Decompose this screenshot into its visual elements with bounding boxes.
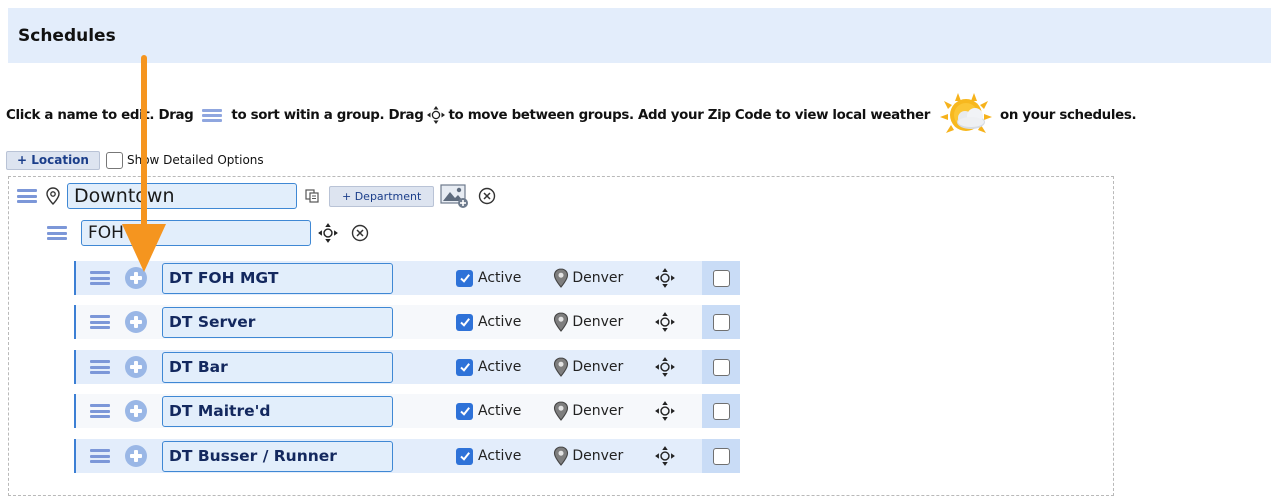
move-arrows-icon[interactable]	[317, 222, 339, 244]
move-arrows-icon[interactable]	[654, 311, 676, 333]
active-checkbox[interactable]	[456, 402, 473, 420]
map-pin-icon	[554, 446, 569, 466]
schedule-row: DT Maitre'd Active Denver	[74, 394, 740, 428]
instructions-part-4: on your schedules.	[1000, 107, 1137, 123]
image-add-icon[interactable]	[440, 184, 470, 208]
department-row: FOH	[47, 219, 369, 247]
location-row: Downtown + Department	[17, 182, 496, 210]
page-title: Schedules	[18, 25, 116, 46]
active-label: Active	[478, 448, 522, 464]
schedule-location-label: Denver	[572, 270, 624, 286]
add-circle-icon[interactable]	[125, 445, 147, 467]
active-label: Active	[478, 270, 522, 286]
move-arrows-icon[interactable]	[654, 400, 676, 422]
sun-cloud-icon	[940, 93, 992, 133]
schedule-location-label: Denver	[572, 403, 624, 419]
map-pin-icon	[554, 357, 569, 377]
active-checkbox[interactable]	[456, 447, 473, 465]
add-circle-icon[interactable]	[125, 267, 147, 289]
schedule-tree: Downtown + Department FOH DT FOH MGT Act…	[8, 176, 1114, 496]
drag-handle-icon[interactable]	[47, 226, 67, 240]
active-label: Active	[478, 314, 522, 330]
delete-department-icon[interactable]	[351, 224, 369, 242]
active-checkbox[interactable]	[456, 313, 473, 331]
select-cell	[702, 305, 740, 339]
location-name-input[interactable]: Downtown	[67, 183, 297, 209]
drag-handle-icon[interactable]	[90, 360, 110, 374]
select-cell	[702, 350, 740, 384]
select-checkbox[interactable]	[712, 402, 730, 420]
instructions-part-1: Click a name to edit. Drag	[6, 107, 194, 123]
active-label: Active	[478, 403, 522, 419]
instructions-text: Click a name to edit. Drag to sort witin…	[6, 93, 1137, 133]
schedule-location-label: Denver	[572, 314, 624, 330]
add-department-button[interactable]: + Department	[329, 185, 435, 207]
instructions-part-3: to move between groups. Add your Zip Cod…	[448, 107, 930, 123]
page-header: Schedules	[8, 8, 1271, 63]
schedule-name-input[interactable]: DT Bar	[162, 351, 393, 383]
department-name-input[interactable]: FOH	[81, 220, 311, 246]
move-arrows-icon[interactable]	[654, 267, 676, 289]
select-checkbox[interactable]	[712, 358, 730, 376]
select-checkbox[interactable]	[712, 447, 730, 465]
select-cell	[702, 439, 740, 473]
show-detailed-options-label: Show Detailed Options	[126, 153, 264, 167]
location-pin-icon	[46, 187, 60, 205]
move-arrows-icon[interactable]	[654, 445, 676, 467]
select-checkbox[interactable]	[712, 269, 730, 287]
move-arrows-icon	[427, 106, 446, 124]
drag-handle-icon[interactable]	[90, 315, 110, 329]
active-checkbox[interactable]	[456, 358, 473, 376]
schedule-row: DT Busser / Runner Active Denver	[74, 439, 740, 473]
active-checkbox[interactable]	[456, 269, 473, 287]
schedule-row: DT FOH MGT Active Denver	[74, 261, 740, 295]
select-checkbox[interactable]	[712, 313, 730, 331]
select-cell	[702, 394, 740, 428]
add-circle-icon[interactable]	[125, 311, 147, 333]
drag-handle-icon[interactable]	[17, 189, 37, 203]
schedule-name-input[interactable]: DT FOH MGT	[162, 262, 393, 294]
schedule-name-input[interactable]: DT Busser / Runner	[162, 440, 393, 472]
add-circle-icon[interactable]	[125, 400, 147, 422]
move-arrows-icon[interactable]	[654, 356, 676, 378]
show-detailed-options-checkbox[interactable]	[105, 151, 123, 169]
schedule-location-label: Denver	[572, 448, 624, 464]
delete-location-icon[interactable]	[478, 187, 496, 205]
schedule-row: DT Server Active Denver	[74, 305, 740, 339]
schedule-row: DT Bar Active Denver	[74, 350, 740, 384]
select-cell	[702, 261, 740, 295]
location-toolbar: + Location Show Detailed Options	[6, 150, 264, 170]
hamburger-icon	[202, 108, 223, 122]
add-location-button[interactable]: + Location	[6, 150, 100, 170]
map-pin-icon	[554, 312, 569, 332]
schedule-name-input[interactable]: DT Server	[162, 306, 393, 338]
drag-handle-icon[interactable]	[90, 271, 110, 285]
map-pin-icon	[554, 401, 569, 421]
active-label: Active	[478, 359, 522, 375]
drag-handle-icon[interactable]	[90, 449, 110, 463]
drag-handle-icon[interactable]	[90, 404, 110, 418]
map-pin-icon	[554, 268, 569, 288]
schedule-location-label: Denver	[572, 359, 624, 375]
schedule-name-input[interactable]: DT Maitre'd	[162, 395, 393, 427]
add-circle-icon[interactable]	[125, 356, 147, 378]
instructions-part-2: to sort witin a group. Drag	[231, 107, 424, 123]
copy-icon[interactable]	[305, 189, 319, 203]
